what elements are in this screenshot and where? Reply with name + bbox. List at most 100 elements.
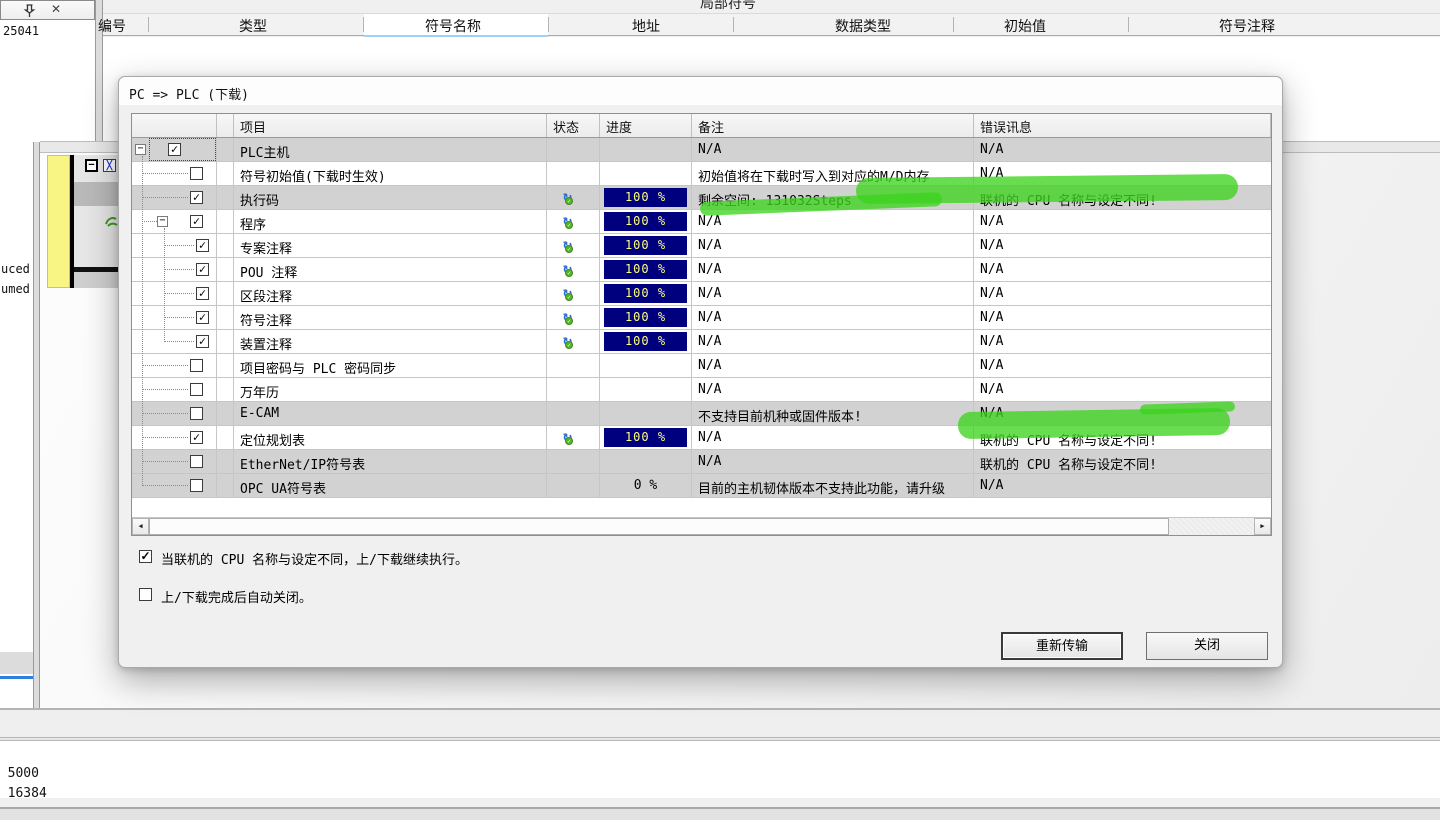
item-name-cell: PLC主机 [234, 138, 547, 162]
error-message-cell: N/A [974, 402, 1271, 426]
column-header-address[interactable]: 地址 [632, 16, 660, 36]
tree-checkbox-cell: −✓ [132, 210, 217, 234]
column-header-type[interactable]: 类型 [239, 16, 267, 36]
item-checkbox[interactable]: ✓ [196, 287, 209, 300]
tree-checkbox-cell: −✓ [132, 138, 217, 162]
network-disable-icon[interactable]: ╳ [103, 159, 116, 172]
output-line-number: 25041 [3, 24, 39, 38]
dialog-titlebar[interactable]: PC => PLC (下载) [119, 77, 1282, 105]
tree-line [142, 156, 143, 486]
remark-cell: 目前的主机韧体版本不支持此功能，请升级 [692, 474, 974, 498]
network-collapse-icon[interactable]: − [85, 159, 98, 172]
download-item-row[interactable]: −✓PLC主机N/AN/A [132, 138, 1271, 162]
spacer-cell [217, 306, 234, 330]
item-checkbox[interactable]: ✓ [196, 239, 209, 252]
download-item-row[interactable]: −✓程序↻✓100 %N/AN/A [132, 210, 1271, 234]
tree-checkbox-cell: ✓ [132, 306, 217, 330]
download-item-row[interactable]: ✓装置注释↻✓100 %N/AN/A [132, 330, 1271, 354]
item-checkbox[interactable]: ✓ [196, 263, 209, 276]
spacer-cell [217, 450, 234, 474]
option-checkbox[interactable]: ✓ [139, 550, 152, 563]
download-item-row[interactable]: EtherNet/IP符号表N/A联机的 CPU 名称与设定不同! [132, 450, 1271, 474]
column-header-comment[interactable]: 符号注释 [1219, 16, 1275, 36]
panel-splitter[interactable] [33, 142, 40, 708]
download-item-row[interactable]: ✓符号注释↻✓100 %N/AN/A [132, 306, 1271, 330]
sync-status-icon: ↻✓ [563, 331, 579, 349]
progress-cell [600, 402, 692, 426]
error-message-cell: N/A [974, 378, 1271, 402]
column-header-name[interactable]: 符号名称 [425, 16, 481, 36]
tree-checkbox-cell [132, 474, 217, 498]
status-cell: ↻✓ [547, 234, 600, 258]
download-item-row[interactable]: 万年历N/AN/A [132, 378, 1271, 402]
item-checkbox[interactable]: ✓ [196, 311, 209, 324]
tree-checkbox-cell [132, 450, 217, 474]
sync-ok-badge: ✓ [565, 341, 573, 349]
error-message-cell: N/A [974, 306, 1271, 330]
message-line: / 5000 [0, 766, 39, 781]
status-bar [0, 809, 1440, 820]
remark-cell: N/A [692, 354, 974, 378]
message-line: / 16384 [0, 786, 47, 798]
output-text: umed [1, 282, 30, 296]
download-item-row[interactable]: 符号初始值(下载时生效)初始值将在下载时写入到对应的M/D内存N/A [132, 162, 1271, 186]
pin-icon[interactable] [23, 4, 36, 18]
horizontal-scrollbar[interactable]: ◀ ▶ [132, 518, 1271, 535]
download-item-row[interactable]: 项目密码与 PLC 密码同步N/AN/A [132, 354, 1271, 378]
dock-panel-body [0, 20, 95, 142]
table-column-header[interactable]: 项目 [234, 114, 547, 137]
focus-rectangle [150, 139, 215, 160]
table-column-header[interactable]: 进度 [600, 114, 692, 137]
spacer-cell [217, 234, 234, 258]
progress-bar: 100 % [604, 308, 687, 327]
status-cell: ↻✓ [547, 426, 600, 450]
scrollbar-track[interactable] [1169, 518, 1254, 535]
status-cell [547, 450, 600, 474]
item-checkbox[interactable]: ✓ [196, 335, 209, 348]
download-item-row[interactable]: ✓定位规划表↻✓100 %N/A联机的 CPU 名称与设定不同! [132, 426, 1271, 450]
status-cell [547, 378, 600, 402]
error-message-cell: N/A [974, 282, 1271, 306]
sync-ok-badge: ✓ [565, 317, 573, 325]
item-name-cell: 专案注释 [234, 234, 547, 258]
item-checkbox[interactable] [190, 167, 203, 180]
scroll-left-button[interactable]: ◀ [132, 518, 149, 535]
tree-collapse-toggle[interactable]: − [157, 216, 168, 227]
scrollbar-thumb[interactable] [149, 518, 1169, 535]
retransfer-button[interactable]: 重新传输 [1001, 632, 1123, 660]
column-header-initial[interactable]: 初始值 [1004, 16, 1046, 36]
sync-ok-badge: ✓ [565, 269, 573, 277]
item-checkbox[interactable] [190, 359, 203, 372]
table-column-header[interactable]: 备注 [692, 114, 974, 137]
error-message-cell: 联机的 CPU 名称与设定不同! [974, 450, 1271, 474]
download-item-row[interactable]: ✓区段注释↻✓100 %N/AN/A [132, 282, 1271, 306]
item-checkbox[interactable] [190, 455, 203, 468]
scroll-right-button[interactable]: ▶ [1254, 518, 1271, 535]
download-item-row[interactable]: E-CAM不支持目前机种或固件版本!N/A [132, 402, 1271, 426]
close-icon[interactable]: ✕ [51, 2, 61, 16]
item-checkbox[interactable]: ✓ [190, 215, 203, 228]
option-checkbox[interactable] [139, 588, 152, 601]
column-separator [953, 17, 954, 32]
table-column-header[interactable]: 状态 [547, 114, 600, 137]
table-column-header[interactable]: 错误讯息 [974, 114, 1271, 137]
column-separator [548, 17, 549, 32]
column-header-id[interactable]: 编号 [98, 16, 126, 36]
spacer-cell [217, 354, 234, 378]
dialog-title: PC => PLC (下载) [129, 84, 249, 103]
item-checkbox[interactable]: ✓ [190, 191, 203, 204]
status-cell [547, 402, 600, 426]
item-checkbox[interactable] [190, 479, 203, 492]
download-item-row[interactable]: ✓POU 注释↻✓100 %N/AN/A [132, 258, 1271, 282]
tree-collapse-toggle[interactable]: − [135, 144, 146, 155]
sync-ok-badge: ✓ [565, 293, 573, 301]
download-item-row[interactable]: OPC UA符号表0 %目前的主机韧体版本不支持此功能，请升级N/A [132, 474, 1271, 498]
download-item-row[interactable]: ✓执行码↻✓100 %剩余空间: 131032Steps联机的 CPU 名称与设… [132, 186, 1271, 210]
item-checkbox[interactable]: ✓ [190, 431, 203, 444]
item-checkbox[interactable] [190, 383, 203, 396]
ladder-margin [47, 155, 70, 288]
column-header-datatype[interactable]: 数据类型 [835, 16, 891, 36]
close-button[interactable]: 关闭 [1146, 632, 1268, 660]
download-item-row[interactable]: ✓专案注释↻✓100 %N/AN/A [132, 234, 1271, 258]
item-checkbox[interactable] [190, 407, 203, 420]
